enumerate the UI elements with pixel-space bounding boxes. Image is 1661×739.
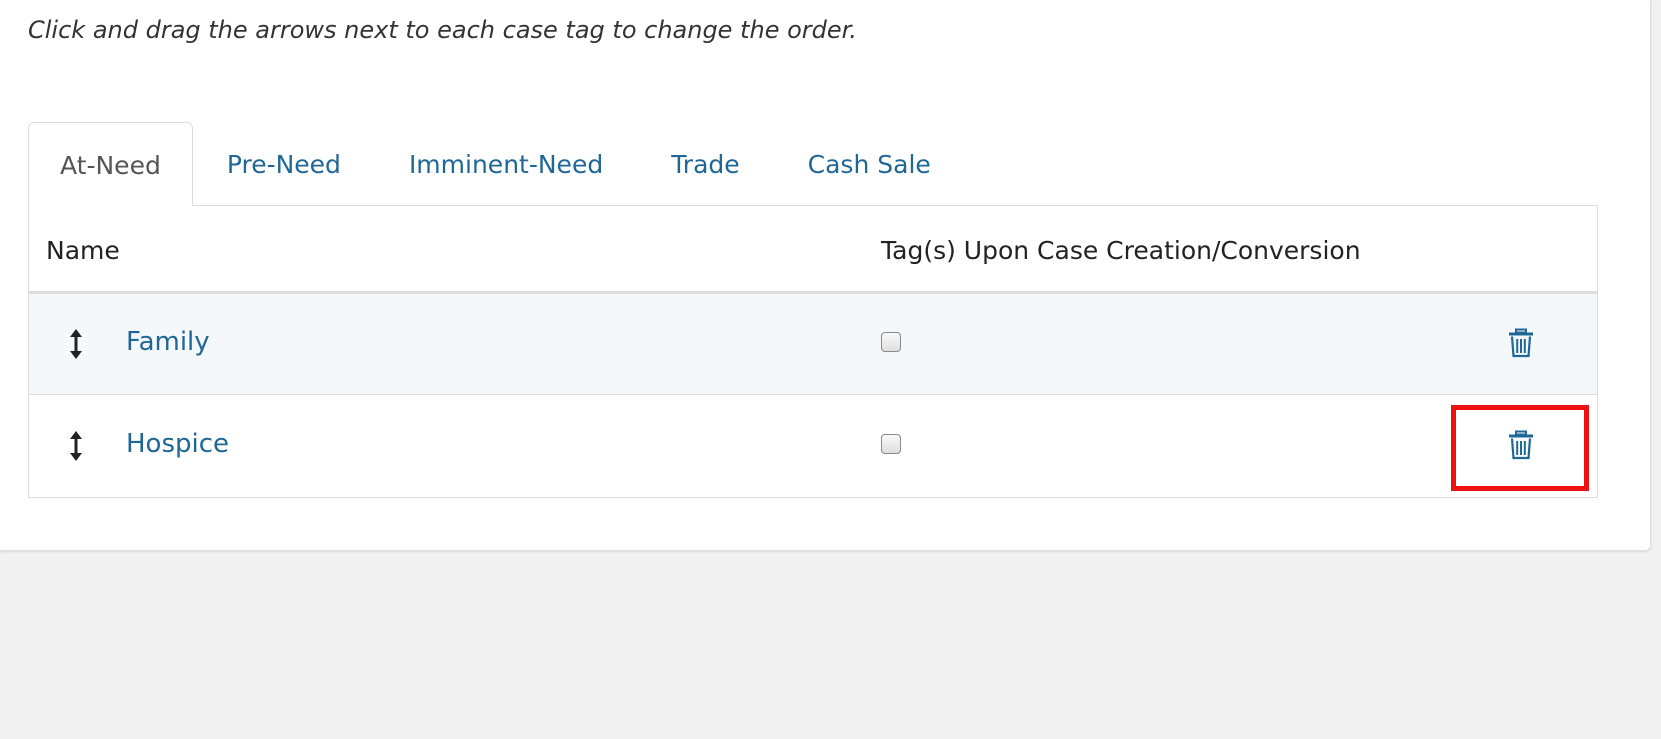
drag-vertical-arrows-icon[interactable] bbox=[67, 328, 85, 360]
trash-icon[interactable] bbox=[1508, 328, 1534, 358]
tab-pre-need[interactable]: Pre-Need bbox=[193, 122, 375, 206]
trash-icon[interactable] bbox=[1508, 430, 1534, 460]
tag-name-link[interactable]: Family bbox=[126, 327, 210, 357]
need-type-tabs: At-Need Pre-Need Imminent-Need Trade Cas… bbox=[28, 122, 965, 206]
drag-vertical-arrows-icon[interactable] bbox=[67, 430, 85, 462]
column-header-tags: Tag(s) Upon Case Creation/Conversion bbox=[881, 236, 1361, 265]
column-header-name: Name bbox=[46, 236, 120, 265]
tab-trade[interactable]: Trade bbox=[637, 122, 773, 206]
tag-name-link[interactable]: Hospice bbox=[126, 429, 229, 459]
instruction-text: Click and drag the arrows next to each c… bbox=[28, 16, 857, 44]
case-tags-panel: Click and drag the arrows next to each c… bbox=[0, 0, 1651, 551]
table-header: Name Tag(s) Upon Case Creation/Conversio… bbox=[29, 206, 1597, 294]
tag-on-creation-checkbox[interactable] bbox=[881, 434, 901, 454]
tab-at-need[interactable]: At-Need bbox=[28, 122, 193, 206]
table-row: Family bbox=[29, 294, 1597, 395]
case-tags-table: Name Tag(s) Upon Case Creation/Conversio… bbox=[28, 205, 1598, 498]
table-row: Hospice bbox=[29, 396, 1597, 497]
tab-cash-sale[interactable]: Cash Sale bbox=[774, 122, 965, 206]
tag-on-creation-checkbox[interactable] bbox=[881, 332, 901, 352]
tab-imminent-need[interactable]: Imminent-Need bbox=[375, 122, 637, 206]
